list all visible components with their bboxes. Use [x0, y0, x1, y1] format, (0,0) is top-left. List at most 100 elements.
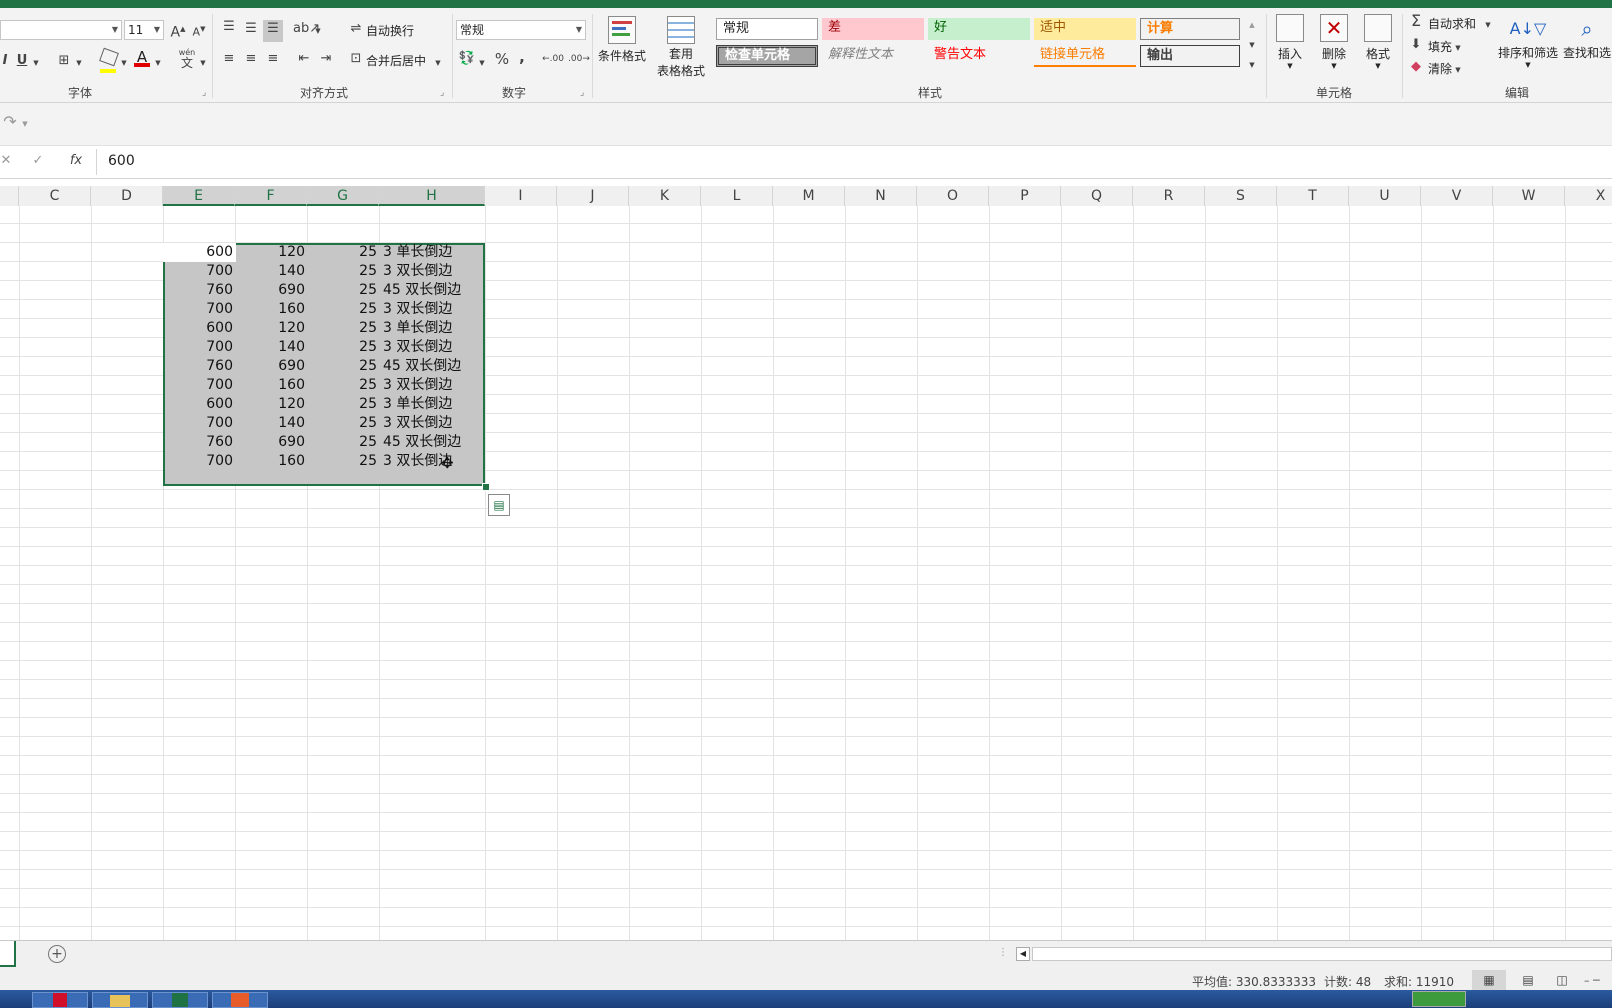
column-header-d[interactable]: D: [91, 186, 163, 206]
accounting-format-icon[interactable]: 💱: [458, 50, 476, 68]
cell-f-6[interactable]: 140: [237, 338, 305, 357]
chevron-down-icon[interactable]: ▼: [199, 54, 207, 72]
cell-f-11[interactable]: 690: [237, 433, 305, 452]
style-linked-cell[interactable]: 链接单元格: [1034, 45, 1136, 67]
cell-e-9[interactable]: 600: [165, 395, 233, 414]
styles-scroll-down-icon[interactable]: ▼: [1246, 36, 1258, 54]
delete-cells-button[interactable]: ✕ 删除 ▼: [1314, 14, 1354, 70]
style-bad[interactable]: 差: [822, 18, 924, 40]
clear-button[interactable]: 清除: [1428, 60, 1452, 77]
cell-g-5[interactable]: 25: [309, 319, 377, 338]
cell-g-2[interactable]: 25: [309, 262, 377, 281]
column-header-g[interactable]: G: [307, 186, 379, 206]
column-header-u[interactable]: U: [1349, 186, 1421, 206]
cell-h-6[interactable]: 3 双长倒边: [383, 338, 483, 357]
cell-e-12[interactable]: 700: [165, 452, 233, 471]
column-header-n[interactable]: N: [845, 186, 917, 206]
style-normal[interactable]: 常规: [716, 18, 818, 40]
fill-color-icon[interactable]: [99, 47, 119, 73]
cell-h-9[interactable]: 3 单长倒边: [383, 395, 483, 414]
cell-f-7[interactable]: 690: [237, 357, 305, 376]
zoom-slider[interactable]: – ─: [1584, 974, 1600, 987]
chevron-down-icon[interactable]: ▼: [20, 115, 30, 133]
orientation-icon[interactable]: ab↗: [293, 20, 320, 38]
scroll-left-icon[interactable]: ◀: [1016, 947, 1030, 961]
cell-g-10[interactable]: 25: [309, 414, 377, 433]
autosum-button[interactable]: 自动求和: [1428, 15, 1476, 32]
cell-f-10[interactable]: 140: [237, 414, 305, 433]
cell-e-1[interactable]: 600: [165, 243, 233, 262]
decrease-decimal-button[interactable]: .00→: [568, 50, 590, 68]
cell-g-4[interactable]: 25: [309, 300, 377, 319]
shrink-font-icon[interactable]: A▼: [191, 20, 207, 42]
column-header-r[interactable]: R: [1133, 186, 1205, 206]
quick-analysis-icon[interactable]: ▤: [488, 494, 510, 516]
wrap-text-button[interactable]: 自动换行: [366, 22, 414, 39]
increase-indent-icon[interactable]: ⇥: [317, 50, 335, 68]
cell-f-8[interactable]: 160: [237, 376, 305, 395]
fill-down-icon[interactable]: ⬇: [1408, 36, 1424, 54]
style-neutral[interactable]: 适中: [1034, 18, 1136, 40]
font-name-combo[interactable]: ▼: [0, 20, 122, 40]
style-calculation[interactable]: 计算: [1140, 18, 1240, 40]
phonetic-guide-icon[interactable]: wén 文: [176, 48, 198, 69]
cell-e-8[interactable]: 700: [165, 376, 233, 395]
sort-filter-button[interactable]: A↓▽ 排序和筛选 ▼: [1496, 14, 1560, 69]
cell-f-9[interactable]: 120: [237, 395, 305, 414]
column-header-i[interactable]: I: [485, 186, 557, 206]
chevron-down-icon[interactable]: ▼: [120, 54, 128, 72]
chevron-down-icon[interactable]: ▼: [1454, 39, 1462, 57]
column-header-p[interactable]: P: [989, 186, 1061, 206]
chevron-down-icon[interactable]: ▼: [478, 54, 486, 72]
font-color-icon[interactable]: A: [134, 48, 150, 67]
number-format-combo[interactable]: 常规 ▼: [456, 20, 586, 40]
font-size-combo[interactable]: 11 ▼: [124, 20, 164, 40]
cell-h-4[interactable]: 3 双长倒边: [383, 300, 483, 319]
column-header-x[interactable]: X: [1565, 186, 1612, 206]
column-header-stub[interactable]: [0, 186, 19, 206]
taskbar-excel-icon[interactable]: [152, 992, 208, 1008]
taskbar-folder-icon[interactable]: [92, 992, 148, 1008]
cell-h-1[interactable]: 3 单长倒边: [383, 243, 483, 262]
column-header-j[interactable]: J: [557, 186, 629, 206]
insert-function-icon[interactable]: fx: [66, 152, 86, 170]
style-explanatory[interactable]: 解释性文本: [822, 45, 924, 67]
cell-e-3[interactable]: 760: [165, 281, 233, 300]
align-middle-icon[interactable]: ☰: [242, 20, 260, 38]
cell-e-10[interactable]: 700: [165, 414, 233, 433]
cell-h-10[interactable]: 3 双长倒边: [383, 414, 483, 433]
cell-g-7[interactable]: 25: [309, 357, 377, 376]
horizontal-scrollbar[interactable]: [1032, 947, 1612, 961]
cell-g-12[interactable]: 25: [309, 452, 377, 471]
cell-f-1[interactable]: 120: [237, 243, 305, 262]
column-header-v[interactable]: V: [1421, 186, 1493, 206]
chevron-down-icon[interactable]: ▼: [154, 54, 162, 72]
column-header-q[interactable]: Q: [1061, 186, 1133, 206]
dialog-launcher-icon[interactable]: ⌟: [202, 88, 206, 98]
cell-e-11[interactable]: 760: [165, 433, 233, 452]
column-header-m[interactable]: M: [773, 186, 845, 206]
cell-g-6[interactable]: 25: [309, 338, 377, 357]
italic-button[interactable]: I: [0, 52, 10, 70]
percent-button[interactable]: %: [494, 50, 510, 68]
cell-h-2[interactable]: 3 双长倒边: [383, 262, 483, 281]
cell-f-2[interactable]: 140: [237, 262, 305, 281]
cell-g-9[interactable]: 25: [309, 395, 377, 414]
cell-g-3[interactable]: 25: [309, 281, 377, 300]
fill-button[interactable]: 填充: [1428, 38, 1452, 55]
dialog-launcher-icon[interactable]: ⌟: [440, 88, 444, 98]
cell-h-7[interactable]: 45 双长倒边: [383, 357, 483, 376]
column-header-w[interactable]: W: [1493, 186, 1565, 206]
cell-e-2[interactable]: 700: [165, 262, 233, 281]
cell-f-3[interactable]: 690: [237, 281, 305, 300]
column-header-o[interactable]: O: [917, 186, 989, 206]
merge-center-button[interactable]: 合并后居中: [366, 52, 426, 69]
dialog-launcher-icon[interactable]: ⌟: [580, 88, 584, 98]
cell-f-5[interactable]: 120: [237, 319, 305, 338]
styles-scroll-up-icon[interactable]: ▲: [1246, 16, 1258, 34]
style-good[interactable]: 好: [928, 18, 1030, 40]
column-header-l[interactable]: L: [701, 186, 773, 206]
cell-f-4[interactable]: 160: [237, 300, 305, 319]
styles-more-icon[interactable]: ▼: [1246, 56, 1258, 74]
wrap-text-icon[interactable]: ⇌: [348, 20, 364, 38]
